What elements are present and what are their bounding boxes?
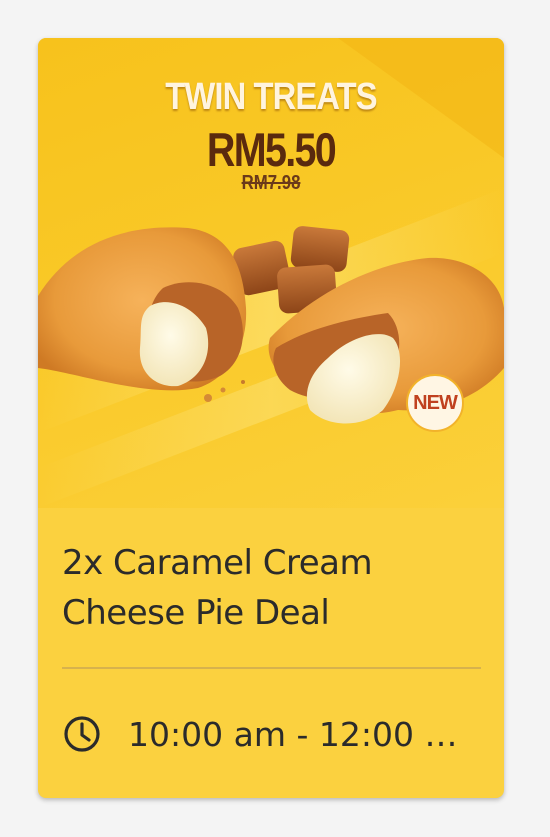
new-badge: NEW <box>406 374 464 432</box>
deal-time: 10:00 am - 12:00 pm <box>128 714 468 754</box>
promo-banner-image: TWIN TREATS RM5.50 RM7.98 NEW <box>38 38 504 508</box>
divider <box>62 667 481 669</box>
deal-title: 2x Caramel Cream Cheese Pie Deal <box>62 543 373 633</box>
promo-title: TWIN TREATS <box>165 76 377 118</box>
pie-left <box>38 227 247 391</box>
clock-icon <box>64 716 100 752</box>
deal-time-row: 10:00 am - 12:00 pm <box>62 712 482 756</box>
promo-original-price: RM7.98 <box>241 172 301 194</box>
deal-card[interactable]: TWIN TREATS RM5.50 RM7.98 NEW 2x Caramel… <box>38 38 504 798</box>
deal-info: 2x Caramel Cream Cheese Pie Deal <box>62 538 482 638</box>
promo-price: RM5.50 <box>206 123 337 176</box>
